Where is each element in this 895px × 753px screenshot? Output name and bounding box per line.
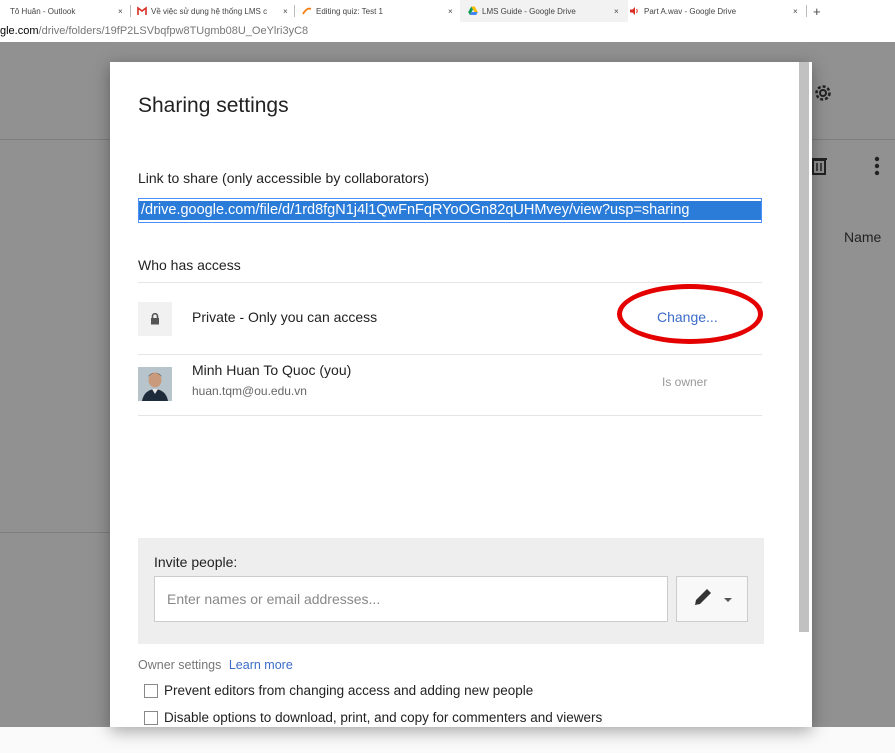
prevent-editors-option[interactable]: Prevent editors from changing access and… — [144, 683, 533, 698]
user-email: huan.tqm@ou.edu.vn — [192, 384, 307, 398]
tab-label: Về việc sử dụng hệ thống LMS c — [151, 6, 268, 16]
tab-close-icon[interactable]: × — [283, 0, 288, 22]
tab-outlook[interactable]: Tô Huân - Outlook — [10, 0, 75, 22]
owner-role-label: Is owner — [662, 375, 708, 389]
chevron-down-icon — [724, 590, 732, 608]
url-host: gle.com — [0, 25, 39, 37]
tab-close-icon[interactable]: × — [614, 7, 619, 16]
background-divider — [0, 139, 110, 140]
tab-close-icon[interactable]: × — [118, 0, 123, 22]
settings-gear-icon[interactable] — [812, 82, 834, 110]
access-level-text: Private - Only you can access — [192, 309, 378, 325]
disable-download-option[interactable]: Disable options to download, print, and … — [144, 710, 602, 725]
tab-divider — [806, 5, 807, 17]
google-drive-icon — [468, 6, 478, 16]
tab-close-icon[interactable]: × — [793, 0, 798, 22]
invite-people-label: Invite people: — [154, 554, 238, 570]
tab-lms-guide[interactable]: LMS Guide - Google Drive × — [460, 0, 628, 22]
new-tab-button[interactable]: + — [813, 0, 821, 22]
learn-more-link[interactable]: Learn more — [229, 658, 293, 672]
share-link-field[interactable]: /drive.google.com/file/d/1rd8fgN1j4l1QwF… — [138, 198, 762, 223]
trash-icon[interactable] — [810, 156, 828, 182]
divider — [138, 282, 762, 283]
tab-label: Part A.wav - Google Drive — [644, 6, 737, 16]
divider — [138, 354, 762, 355]
gmail-icon — [137, 6, 147, 16]
pencil-icon — [692, 586, 714, 613]
checkbox[interactable] — [144, 683, 158, 698]
more-vert-icon[interactable] — [874, 156, 880, 182]
divider — [138, 415, 762, 416]
background-divider — [0, 532, 110, 533]
browser-tabstrip: Tô Huân - Outlook × Về việc sử dụng hệ t… — [0, 0, 895, 22]
tab-label: Editing quiz: Test 1 — [316, 6, 384, 16]
share-link-value: /drive.google.com/file/d/1rd8fgN1j4l1QwF… — [139, 201, 761, 220]
invite-people-section: Invite people: — [138, 538, 764, 644]
owner-settings: Owner settings Learn more — [138, 658, 293, 672]
tab-part-a[interactable]: Part A.wav - Google Drive — [630, 0, 736, 22]
moodle-icon — [302, 6, 312, 16]
link-to-share-label: Link to share (only accessible by collab… — [138, 170, 430, 186]
speaker-icon — [630, 6, 640, 16]
sharing-settings-dialog: Sharing settings Link to share (only acc… — [110, 62, 812, 727]
dialog-title: Sharing settings — [138, 94, 289, 117]
who-has-access-label: Who has access — [138, 257, 241, 273]
tab-editing-quiz[interactable]: Editing quiz: Test 1 — [302, 0, 383, 22]
tab-divider — [294, 5, 295, 17]
bottom-bar — [0, 727, 895, 753]
url-path: /drive/folders/19fP2LSVbqfpw8TUgmb08U_Oe… — [38, 25, 309, 37]
scrollbar-thumb[interactable] — [799, 62, 809, 632]
permission-dropdown-button[interactable] — [676, 576, 748, 622]
address-bar[interactable]: gle.com/drive/folders/19fP2LSVbqfpw8TUgm… — [0, 22, 895, 42]
tab-divider — [130, 5, 131, 17]
lock-icon — [138, 302, 172, 336]
invite-email-input[interactable] — [154, 576, 668, 622]
url-text: gle.com/drive/folders/19fP2LSVbqfpw8TUgm… — [0, 25, 308, 37]
avatar — [138, 367, 172, 401]
tab-close-icon[interactable]: × — [448, 0, 453, 22]
owner-settings-label: Owner settings — [138, 658, 222, 672]
disable-download-label: Disable options to download, print, and … — [164, 710, 603, 725]
tab-label: Tô Huân - Outlook — [10, 6, 76, 16]
tab-label: LMS Guide - Google Drive — [482, 6, 576, 16]
checkbox[interactable] — [144, 710, 158, 725]
tab-gmail[interactable]: Về việc sử dụng hệ thống LMS c — [137, 0, 267, 22]
prevent-editors-label: Prevent editors from changing access and… — [164, 683, 534, 698]
name-column-header[interactable]: Name — [844, 229, 881, 245]
user-name: Minh Huan To Quoc (you) — [192, 362, 352, 378]
highlight-circle — [617, 284, 763, 344]
background-divider — [812, 139, 895, 140]
